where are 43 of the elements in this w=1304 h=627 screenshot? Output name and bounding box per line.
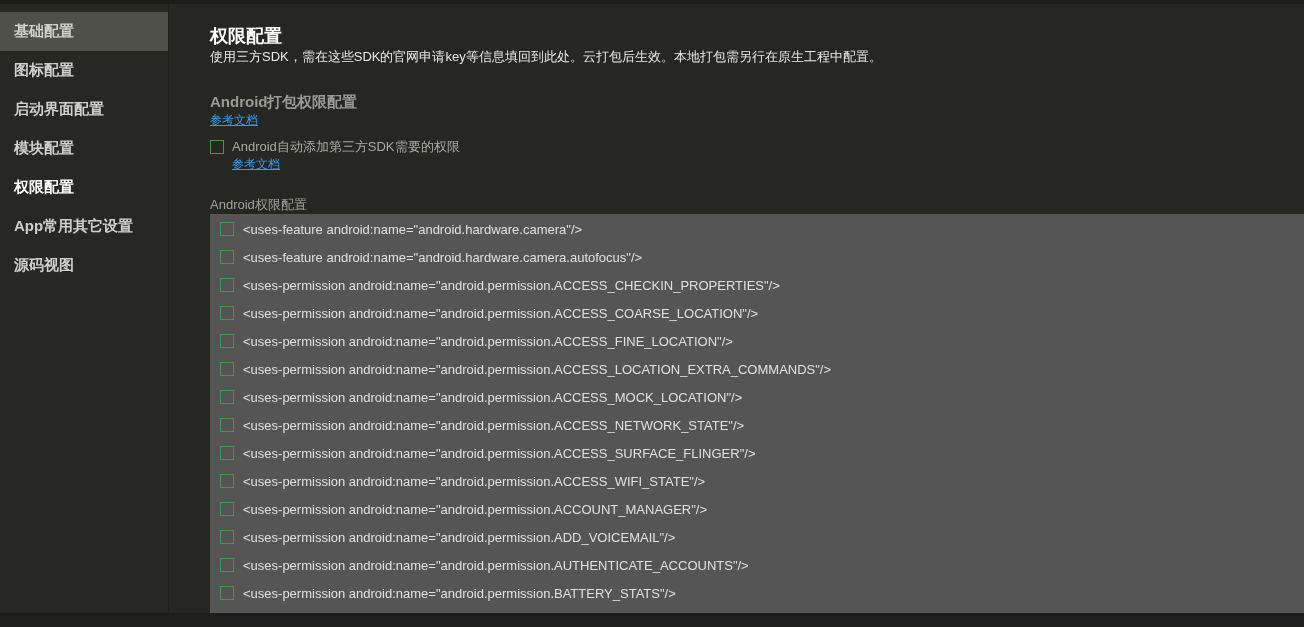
checkbox[interactable]: [210, 140, 224, 154]
page-description: 使用三方SDK，需在这些SDK的官网申请key等信息填回到此处。云打包后生效。本地打包需另行在原生工程中配置。: [210, 48, 883, 66]
sidebar-item[interactable]: 基础配置: [0, 12, 168, 51]
permission-text: <uses-permission android:name="android.permission.ACCESS_LOCATION_EXTRA_COMMANDS"/>: [243, 361, 832, 377]
checkbox[interactable]: [220, 446, 234, 460]
checkbox[interactable]: [220, 222, 234, 236]
checkbox[interactable]: [220, 502, 234, 516]
list-label: Android权限配置: [210, 196, 308, 214]
checkbox[interactable]: [220, 530, 234, 544]
checkbox[interactable]: [220, 278, 234, 292]
permission-text: <uses-feature android:name="android.hardware.camera"/>: [243, 221, 583, 237]
permission-text: <uses-permission android:name="android.permission.ACCOUNT_MANAGER"/>: [243, 501, 708, 517]
permission-text: <uses-permission android:name="android.permission.ACCESS_NETWORK_STATE"/>: [243, 417, 745, 433]
sidebar-item[interactable]: 启动界面配置: [0, 90, 168, 129]
checkbox[interactable]: [220, 390, 234, 404]
checkbox[interactable]: [220, 334, 234, 348]
checkbox[interactable]: [220, 586, 234, 600]
section-title: Android打包权限配置: [210, 92, 359, 112]
permission-text: <uses-permission android:name="android.permission.ACCESS_FINE_LOCATION"/>: [243, 333, 733, 349]
permission-text: <uses-feature android:name="android.hardware.camera.autofocus"/>: [243, 249, 643, 265]
permission-text: <uses-permission android:name="android.permission.ACCESS_WIFI_STATE"/>: [243, 473, 706, 489]
sidebar-item[interactable]: App常用其它设置: [0, 207, 168, 246]
checkbox[interactable]: [220, 362, 234, 376]
checkbox[interactable]: [220, 418, 234, 432]
sidebar-item[interactable]: 模块配置: [0, 129, 168, 168]
sidebar-item[interactable]: 权限配置: [0, 168, 168, 207]
checkbox[interactable]: [220, 474, 234, 488]
permission-text: <uses-permission android:name="android.permission.ACCESS_SURFACE_FLINGER"/>: [243, 445, 756, 461]
doc-link[interactable]: 参考文档: [232, 156, 280, 172]
permission-text: <uses-permission android:name="android.permission.ACCESS_CHECKIN_PROPERTIES"/>: [243, 277, 780, 293]
permission-text: <uses-permission android:name="android.permission.ACCESS_MOCK_LOCATION"/>: [243, 389, 743, 405]
checkbox[interactable]: [220, 558, 234, 572]
checkbox[interactable]: [220, 306, 234, 320]
checkbox[interactable]: [220, 250, 234, 264]
permission-text: <uses-permission android:name="android.permission.ADD_VOICEMAIL"/>: [243, 529, 676, 545]
checkbox-label: Android自动添加第三方SDK需要的权限: [232, 138, 460, 156]
permission-text: <uses-permission android:name="android.permission.ACCESS_COARSE_LOCATION"/>: [243, 305, 759, 321]
permission-text: <uses-permission android:name="android.permission.BATTERY_STATS"/>: [243, 585, 676, 601]
sidebar-item[interactable]: 源码视图: [0, 246, 168, 285]
page-title: 权限配置: [210, 25, 283, 48]
permission-text: <uses-permission android:name="android.permission.AUTHENTICATE_ACCOUNTS"/>: [243, 557, 749, 573]
doc-link[interactable]: 参考文档: [210, 112, 258, 128]
sidebar-item[interactable]: 图标配置: [0, 51, 168, 90]
